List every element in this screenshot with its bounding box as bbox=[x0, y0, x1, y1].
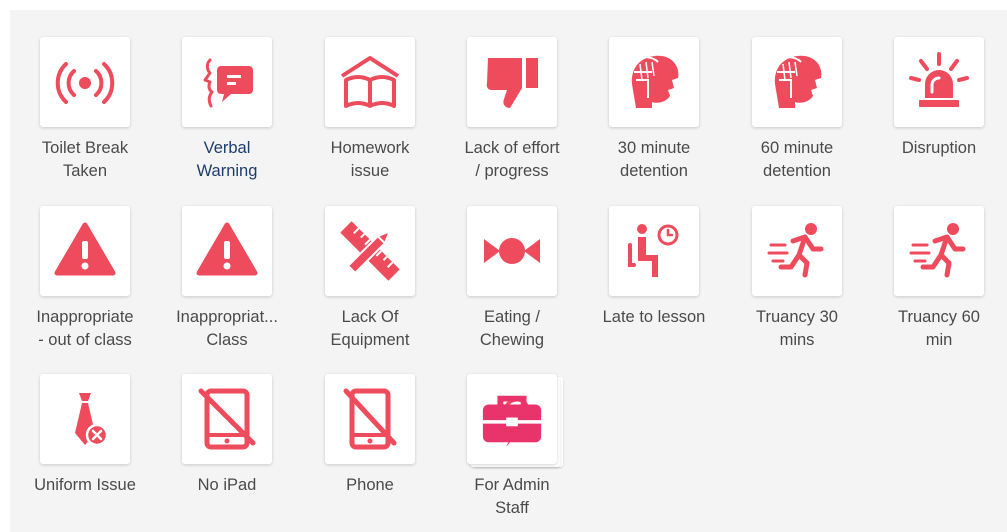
folder-label: For Admin Staff bbox=[474, 476, 550, 517]
behaviour-label: Phone bbox=[346, 476, 394, 494]
toolbox-badge-icon bbox=[482, 395, 542, 443]
behaviour-tile-inappropriate-out-of-class[interactable]: Inappropriate - out of class bbox=[10, 206, 160, 366]
behaviour-card[interactable] bbox=[325, 206, 415, 296]
behaviour-label: No iPad bbox=[197, 476, 257, 494]
behaviour-tile-homework-issue[interactable]: Homework issue bbox=[295, 37, 445, 197]
siren-icon bbox=[909, 52, 969, 107]
behaviour-card[interactable] bbox=[894, 206, 984, 296]
behaviour-label: 30 minute detention bbox=[617, 139, 691, 180]
behaviour-card[interactable] bbox=[467, 37, 557, 127]
seated-person-clock-icon bbox=[628, 224, 679, 277]
behaviour-label: Disruption bbox=[901, 139, 977, 157]
behaviour-card[interactable] bbox=[325, 374, 415, 464]
behaviour-card[interactable] bbox=[325, 37, 415, 127]
ruler-pencil-icon bbox=[340, 221, 400, 281]
behaviour-label: Truancy 60 min bbox=[898, 308, 980, 349]
no-tablet-icon bbox=[198, 388, 256, 450]
behaviour-tile-truancy-60-min[interactable]: Truancy 60 min bbox=[864, 206, 1007, 366]
behaviour-label: Eating / Chewing bbox=[479, 308, 545, 349]
behaviour-tile-late-to-lesson[interactable]: Late to lesson bbox=[579, 206, 729, 366]
behaviour-tile-inappropriate-class[interactable]: Inappropriat... Class bbox=[152, 206, 302, 366]
behaviour-label: Verbal Warning bbox=[196, 139, 258, 180]
behaviour-tile-uniform-issue[interactable]: Uniform Issue bbox=[10, 374, 160, 532]
running-person-icon bbox=[909, 223, 966, 278]
behaviour-card[interactable] bbox=[182, 37, 272, 127]
behaviour-label: Uniform Issue bbox=[34, 476, 136, 494]
behaviour-tile-lack-of-effort[interactable]: Lack of effort / progress bbox=[437, 37, 587, 197]
no-phone-icon bbox=[343, 388, 397, 450]
behaviour-card[interactable] bbox=[752, 206, 842, 296]
behaviour-label: Lack of effort / progress bbox=[464, 139, 560, 180]
candy-icon bbox=[484, 238, 540, 264]
behaviour-label: Inappropriate - out of class bbox=[36, 308, 134, 349]
spartan-helmet-icon bbox=[631, 55, 679, 108]
running-person-icon bbox=[767, 223, 824, 278]
warning-triangle-icon bbox=[196, 222, 258, 276]
behaviour-card[interactable] bbox=[182, 374, 272, 464]
behaviour-grid: Toilet Break Taken Verbal Warning Homewo… bbox=[10, 10, 1007, 532]
behaviour-card[interactable] bbox=[40, 206, 130, 296]
behaviour-tile-disruption[interactable]: Disruption bbox=[864, 37, 1007, 197]
behaviour-label: Lack Of Equipment bbox=[330, 308, 410, 349]
behaviour-tile-eating-chewing[interactable]: Eating / Chewing bbox=[437, 206, 587, 366]
broadcast-signal-icon bbox=[55, 62, 115, 104]
behaviour-card[interactable] bbox=[40, 374, 130, 464]
behaviour-label: Truancy 30 mins bbox=[756, 308, 838, 349]
behaviour-tile-verbal-warning[interactable]: Verbal Warning bbox=[152, 37, 302, 197]
behaviour-card[interactable] bbox=[182, 206, 272, 296]
tie-cross-icon bbox=[75, 393, 109, 447]
behaviour-folder-for-admin-staff[interactable]: For Admin Staff bbox=[437, 374, 587, 532]
behaviour-card[interactable] bbox=[40, 37, 130, 127]
speaking-head-icon bbox=[203, 58, 253, 108]
behaviour-tile-truancy-30-mins[interactable]: Truancy 30 mins bbox=[722, 206, 872, 366]
open-book-icon bbox=[340, 56, 400, 108]
behaviour-tile-phone[interactable]: Phone bbox=[295, 374, 445, 532]
behaviour-label: Inappropriat... Class bbox=[176, 308, 278, 349]
thumbs-down-icon bbox=[486, 58, 538, 108]
behaviour-card[interactable] bbox=[609, 206, 699, 296]
behaviour-card[interactable] bbox=[609, 37, 699, 127]
behaviour-tile-30-minute-detention[interactable]: 30 minute detention bbox=[579, 37, 729, 197]
behaviour-card[interactable] bbox=[894, 37, 984, 127]
behaviour-tile-lack-of-equipment[interactable]: Lack Of Equipment bbox=[295, 206, 445, 366]
behaviour-tile-no-ipad[interactable]: No iPad bbox=[152, 374, 302, 532]
behaviour-card[interactable] bbox=[467, 374, 557, 464]
behaviour-tile-toilet-break[interactable]: Toilet Break Taken bbox=[10, 37, 160, 197]
spartan-helmet-icon bbox=[774, 55, 822, 108]
behaviour-label: Homework issue bbox=[330, 139, 410, 180]
behaviour-tile-60-minute-detention[interactable]: 60 minute detention bbox=[722, 37, 872, 197]
behaviour-card[interactable] bbox=[752, 37, 842, 127]
behaviour-card[interactable] bbox=[467, 206, 557, 296]
warning-triangle-icon bbox=[54, 222, 116, 276]
behaviour-label: Toilet Break Taken bbox=[41, 139, 129, 180]
behaviour-label: Late to lesson bbox=[602, 308, 706, 326]
behaviour-label: 60 minute detention bbox=[760, 139, 834, 180]
